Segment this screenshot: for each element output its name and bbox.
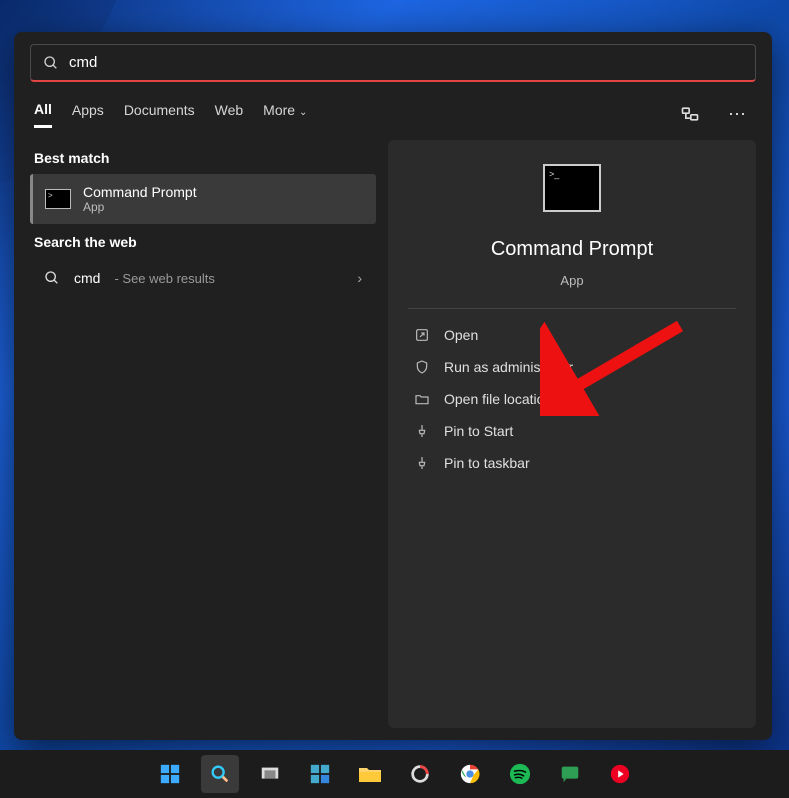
result-title: Command Prompt (83, 184, 197, 200)
tab-documents[interactable]: Documents (124, 102, 195, 126)
taskbar-start-button[interactable] (151, 755, 189, 793)
folder-icon (414, 391, 430, 407)
action-pin-start-label: Pin to Start (444, 423, 513, 439)
pin-icon (414, 423, 430, 439)
web-hint: - See web results (114, 271, 214, 286)
action-pin-taskbar-label: Pin to taskbar (444, 455, 530, 471)
web-query: cmd (74, 270, 100, 286)
taskbar-search-button[interactable] (201, 755, 239, 793)
circle-icon (409, 763, 431, 785)
command-prompt-large-icon (543, 164, 601, 212)
chrome-icon (459, 763, 481, 785)
action-pin-start[interactable]: Pin to Start (408, 415, 736, 447)
action-open-label: Open (444, 327, 478, 343)
tab-web[interactable]: Web (215, 102, 244, 126)
divider (408, 308, 736, 309)
section-best-match-label: Best match (30, 140, 376, 174)
pin-icon (414, 455, 430, 471)
web-result-cmd[interactable]: cmd - See web results › (30, 258, 376, 298)
search-options-button[interactable] (676, 100, 704, 128)
preview-pane: Command Prompt App Open Run as administr… (388, 140, 756, 728)
action-open-location[interactable]: Open file location (408, 383, 736, 415)
preview-type: App (560, 273, 583, 288)
action-run-admin-label: Run as administrator (444, 359, 573, 375)
search-box[interactable] (30, 44, 756, 82)
taskbar-taskview-button[interactable] (251, 755, 289, 793)
taskbar-chat-button[interactable] (551, 755, 589, 793)
action-open[interactable]: Open (408, 319, 736, 351)
taskbar (0, 750, 789, 798)
play-circle-icon (609, 763, 631, 785)
action-open-location-label: Open file location (444, 391, 552, 407)
tab-all[interactable]: All (34, 101, 52, 128)
section-search-web-label: Search the web (30, 224, 376, 258)
chevron-down-icon: ⌄ (299, 107, 307, 118)
tab-apps[interactable]: Apps (72, 102, 104, 126)
search-icon (43, 55, 59, 71)
action-run-admin[interactable]: Run as administrator (408, 351, 736, 383)
search-input[interactable] (69, 54, 743, 71)
search-icon (209, 763, 231, 785)
search-icon (44, 270, 60, 286)
spotify-icon (509, 763, 531, 785)
open-icon (414, 327, 430, 343)
taskbar-app-1[interactable] (401, 755, 439, 793)
chevron-right-icon: › (357, 270, 362, 286)
chat-icon (559, 763, 581, 785)
more-options-button[interactable]: ⋯ (724, 100, 752, 128)
shield-icon (414, 359, 430, 375)
command-prompt-icon (45, 189, 71, 209)
taskbar-chrome-button[interactable] (451, 755, 489, 793)
preview-title: Command Prompt (491, 238, 653, 261)
result-subtitle: App (83, 200, 197, 214)
taskbar-spotify-button[interactable] (501, 755, 539, 793)
taskbar-explorer-button[interactable] (351, 755, 389, 793)
taskview-icon (259, 763, 281, 785)
action-pin-taskbar[interactable]: Pin to taskbar (408, 447, 736, 479)
taskbar-widgets-button[interactable] (301, 755, 339, 793)
results-column: Best match Command Prompt App Search the… (30, 140, 376, 728)
taskbar-app-2[interactable] (601, 755, 639, 793)
widgets-icon (309, 763, 331, 785)
folder-icon (358, 764, 382, 784)
tab-more[interactable]: More ⌄ (263, 102, 307, 126)
windows-icon (159, 763, 181, 785)
filter-tabs: All Apps Documents Web More ⌄ ⋯ (30, 100, 756, 128)
start-search-panel: All Apps Documents Web More ⌄ ⋯ Best mat… (14, 32, 772, 740)
result-command-prompt[interactable]: Command Prompt App (30, 174, 376, 224)
actions-list: Open Run as administrator Open file loca… (408, 319, 736, 479)
